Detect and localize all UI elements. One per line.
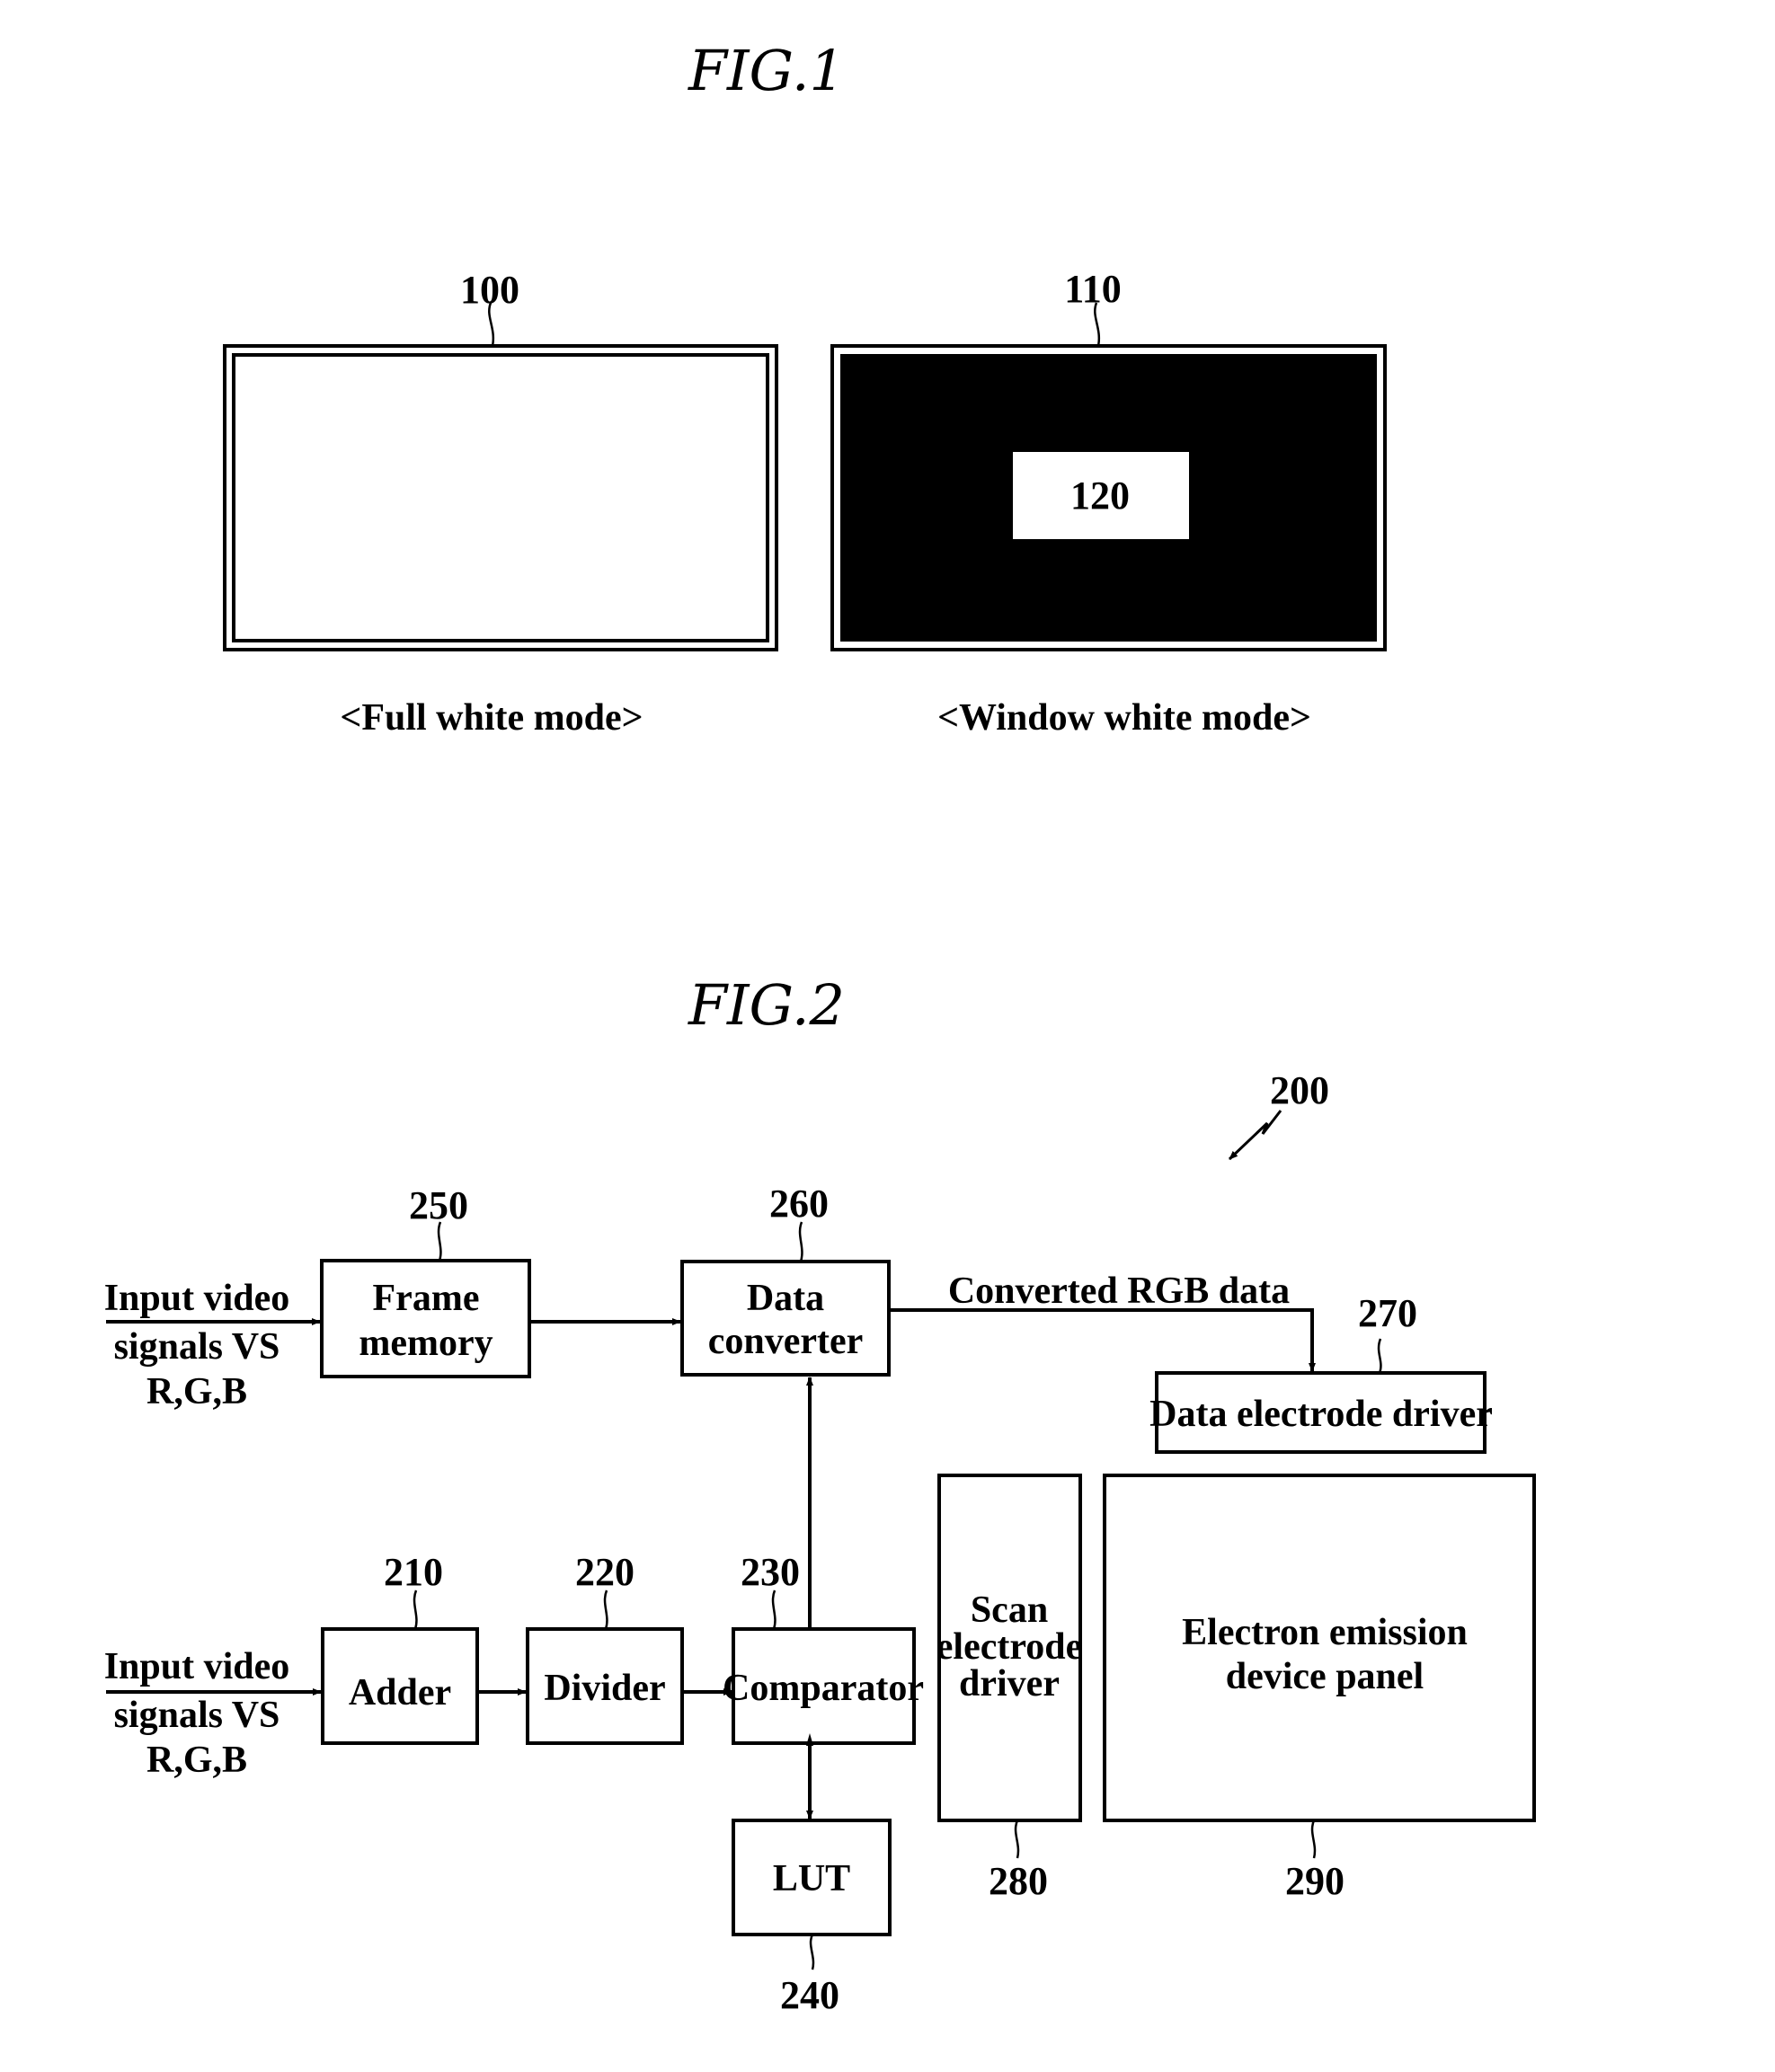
input-label-2: Input video signals VS R,G,B [104,1646,290,1781]
caption-window-white: <Window white mode> [937,697,1311,739]
svg-text:R,G,B: R,G,B [146,1740,247,1781]
ref-100: 100 [460,268,519,312]
ref-120: 120 [1070,474,1130,518]
ref-270: 270 [1358,1291,1417,1335]
leader-230 [771,1589,777,1630]
panel-label-1: Electron emission [1182,1612,1468,1653]
fig1-title: FIG.1 [688,38,845,103]
svg-text:signals VS: signals VS [114,1695,280,1736]
leader-290 [1310,1820,1317,1859]
ref-230: 230 [741,1550,800,1594]
leader-220 [603,1589,608,1630]
caption-full-white: <Full white mode> [340,697,643,739]
frame-memory-label-1: Frame [373,1278,480,1319]
ref-200: 200 [1270,1068,1329,1112]
ref-250: 250 [409,1183,468,1227]
fig2-title: FIG.2 [688,972,845,1038]
scan-driver-label-1: Scan [971,1589,1048,1631]
data-converter-label-1: Data [747,1278,824,1319]
converted-rgb-label: Converted RGB data [948,1271,1290,1312]
ref-280: 280 [989,1859,1048,1903]
frame-memory-label-2: memory [359,1323,493,1364]
svg-text:Input video: Input video [104,1278,290,1319]
leader-280 [1014,1820,1020,1859]
ref-260: 260 [769,1182,829,1226]
data-electrode-driver-label: Data electrode driver [1149,1394,1493,1435]
scan-driver-label-3: driver [959,1663,1060,1705]
leader-240 [809,1934,815,1970]
ref-110: 110 [1064,267,1122,311]
divider-label: Divider [544,1668,665,1709]
comparator-label: Comparator [723,1668,924,1709]
leader-210 [413,1589,418,1630]
arrow-converted-rgb-data [889,1308,1316,1372]
svg-text:R,G,B: R,G,B [146,1371,247,1412]
patent-drawing: FIG.1 100 <Full white mode> 110 120 <Win… [104,38,1536,2017]
data-converter-label-2: converter [708,1321,864,1362]
leader-260 [798,1221,803,1262]
ref-210: 210 [384,1550,443,1594]
zigzag-arrow-200 [1228,1110,1282,1161]
leader-270 [1377,1338,1382,1374]
scan-driver-label-2: electrode [936,1626,1082,1668]
full-white-panel [223,344,778,651]
ref-220: 220 [575,1550,635,1594]
svg-text:signals VS: signals VS [114,1326,280,1368]
input-label-1: Input video signals VS R,G,B [104,1278,290,1412]
leader-250 [437,1221,442,1262]
lut-label: LUT [773,1858,850,1899]
ref-240: 240 [780,1973,839,2017]
ref-290: 290 [1285,1859,1345,1903]
panel-label-2: device panel [1226,1656,1424,1697]
adder-label: Adder [349,1672,451,1713]
svg-text:Input video: Input video [104,1646,290,1687]
